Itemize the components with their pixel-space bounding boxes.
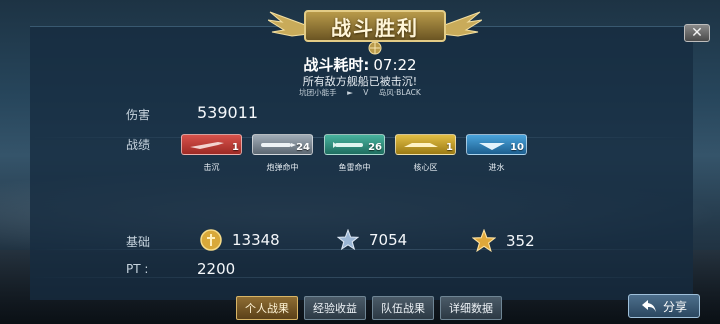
- share-arrow-icon: [641, 300, 656, 312]
- badge-label: 击沉: [203, 163, 220, 172]
- gold-stat: 13348: [200, 229, 280, 251]
- badge-count: 24: [296, 142, 310, 153]
- gold-coin-icon: [200, 229, 222, 251]
- gold-star-icon: [472, 229, 496, 253]
- tab-personal-results[interactable]: 个人战果: [236, 296, 298, 320]
- record-label: 战绩: [126, 138, 151, 152]
- badge-count: 1: [446, 142, 453, 153]
- damage-label: 伤害: [126, 108, 151, 122]
- pt-value: 2200: [197, 260, 236, 278]
- battle-time: 战斗耗时: 07:22: [0, 54, 720, 75]
- battle-time-label: 战斗耗时:: [303, 56, 370, 74]
- badge-count: 26: [368, 142, 382, 153]
- water-icon: [479, 143, 505, 150]
- badge-core-zone[interactable]: 1: [395, 134, 456, 155]
- gold-star-value: 352: [506, 232, 535, 250]
- tab-experience-gain[interactable]: 经验收益: [304, 296, 366, 320]
- result-tabs: 个人战果 经验收益 队伍战果 详细数据: [236, 296, 508, 320]
- share-label: 分享: [662, 299, 687, 314]
- flag-icon: ►: [347, 88, 353, 97]
- badge-count: 10: [510, 142, 524, 153]
- damage-value: 539011: [197, 103, 259, 122]
- silver-star-icon: [337, 229, 359, 251]
- base-label: 基础: [126, 235, 151, 249]
- badge-label: 进水: [488, 163, 505, 172]
- badge-sink[interactable]: 1: [181, 134, 242, 155]
- badge-count: 1: [232, 142, 239, 153]
- pt-label: PT :: [126, 262, 149, 276]
- badge-label: 核心区: [413, 163, 438, 172]
- shell-icon: [261, 143, 296, 147]
- share-button[interactable]: 分享: [628, 294, 700, 318]
- badge-shell-hit[interactable]: 24: [252, 134, 313, 155]
- versus-label: V: [363, 88, 369, 97]
- divider: [30, 277, 693, 278]
- player-left-name: 坑团小能手: [299, 88, 337, 97]
- tab-team-results[interactable]: 队伍战果: [372, 296, 434, 320]
- tab-detailed-data[interactable]: 详细数据: [440, 296, 502, 320]
- versus-line: 坑团小能手 ► V 岛风·BLACK: [0, 87, 720, 98]
- record-badges: 1 击沉 24 炮弹命中 26 鱼雷命中 1 核心区 10 进水: [181, 134, 531, 174]
- torpedo-icon: [333, 142, 363, 148]
- banner-title: 战斗胜利: [304, 10, 446, 42]
- gold-value: 13348: [232, 231, 280, 249]
- badge-label: 鱼雷命中: [338, 163, 371, 172]
- close-button[interactable]: ✕: [684, 24, 710, 42]
- gold-star-stat: 352: [472, 229, 535, 253]
- badge-flooding[interactable]: 10: [466, 134, 527, 155]
- silver-star-value: 7054: [369, 231, 408, 249]
- battle-time-value: 07:22: [373, 56, 417, 74]
- victory-banner: 战斗胜利: [268, 4, 482, 56]
- silver-star-stat: 7054: [337, 229, 407, 251]
- player-right-name: 岛风·BLACK: [378, 88, 421, 97]
- badge-torpedo-hit[interactable]: 26: [324, 134, 385, 155]
- badge-label: 炮弹命中: [266, 163, 299, 172]
- close-icon: ✕: [691, 25, 703, 41]
- plane-icon: [190, 142, 224, 149]
- core-icon: [404, 143, 438, 147]
